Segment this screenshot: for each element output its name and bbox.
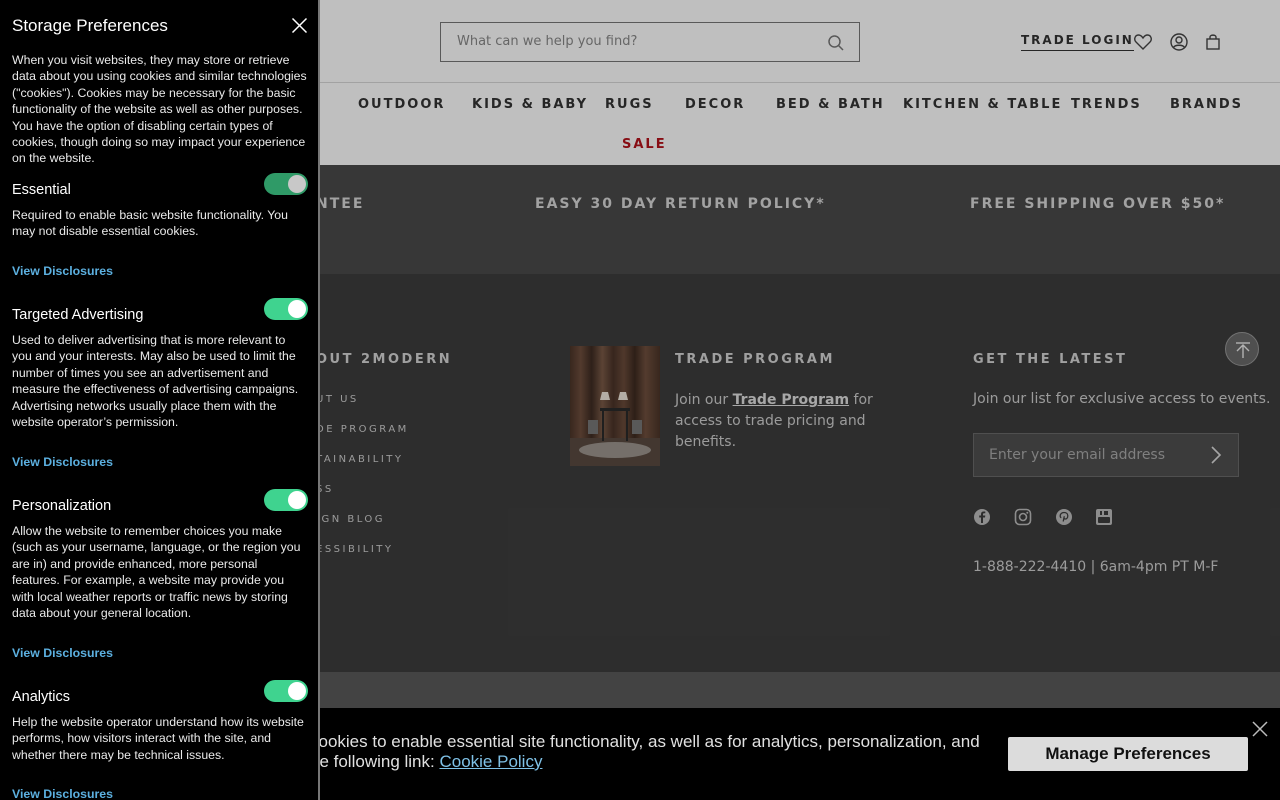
panel-title: Storage Preferences xyxy=(12,16,168,35)
manage-preferences-button[interactable]: Manage Preferences xyxy=(1008,737,1248,771)
cookie-banner-line2: he following link: xyxy=(310,752,440,771)
section-description-personalization: Allow the website to remember choices yo… xyxy=(12,524,301,621)
section-title-essential: Essential xyxy=(12,182,71,198)
cookie-policy-link[interactable]: Cookie Policy xyxy=(439,752,542,771)
cookie-banner-text: cookies to enable essential site functio… xyxy=(310,732,990,772)
analytics-toggle[interactable] xyxy=(264,680,308,702)
essential-toggle[interactable] xyxy=(264,173,308,195)
personalization-toggle[interactable] xyxy=(264,489,308,511)
section-description-targeted-advertising: Used to deliver advertising that is more… xyxy=(12,333,299,430)
targeted-advertising-toggle[interactable] xyxy=(264,298,308,320)
view-disclosures-essential-link[interactable]: View Disclosures xyxy=(12,264,113,278)
view-disclosures-personalization-link[interactable]: View Disclosures xyxy=(12,646,113,660)
close-icon[interactable] xyxy=(291,17,308,34)
section-title-personalization: Personalization xyxy=(12,498,112,514)
close-icon[interactable] xyxy=(1251,720,1269,738)
view-disclosures-targeted-advertising-link[interactable]: View Disclosures xyxy=(12,455,113,469)
panel-intro: When you visit websites, they may store … xyxy=(12,53,307,166)
view-disclosures-analytics-link[interactable]: View Disclosures xyxy=(12,787,113,800)
toggle-knob xyxy=(288,175,306,193)
section-title-targeted-advertising: Targeted Advertising xyxy=(12,307,144,323)
section-description-essential: Required to enable basic website functio… xyxy=(12,208,288,239)
storage-preferences-panel: Storage Preferences When you visit websi… xyxy=(0,0,320,800)
toggle-knob xyxy=(288,300,306,318)
toggle-knob xyxy=(288,491,306,509)
section-description-analytics: Help the website operator understand how… xyxy=(12,715,304,762)
cookie-banner-line1: cookies to enable essential site functio… xyxy=(310,732,980,751)
toggle-knob xyxy=(288,682,306,700)
section-title-analytics: Analytics xyxy=(12,689,71,705)
